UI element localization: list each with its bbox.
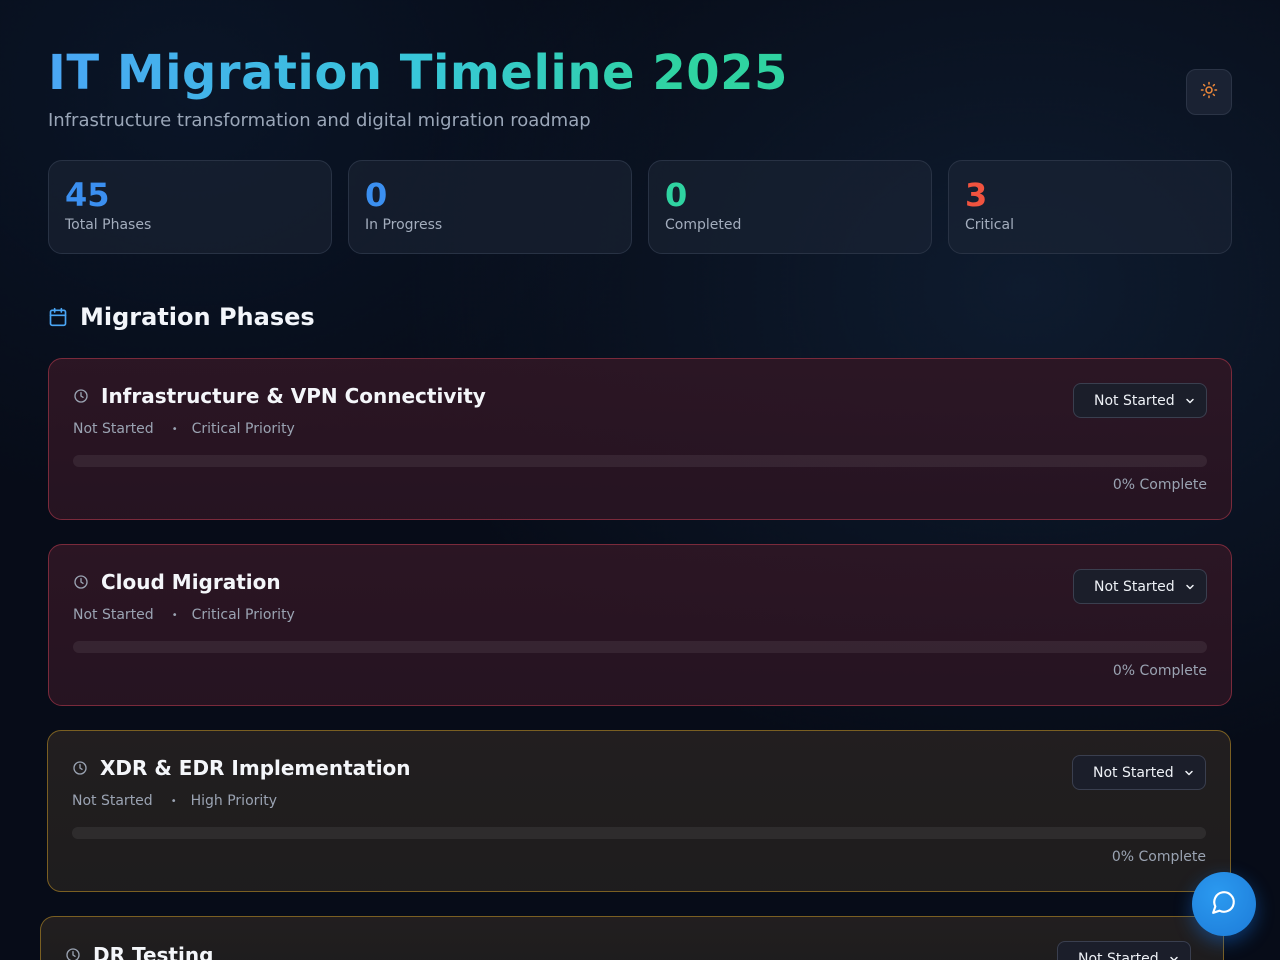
clock-icon: [73, 388, 89, 404]
phase-title: DR Testing: [93, 943, 214, 960]
phase-header: DR Testing: [65, 943, 213, 960]
stat-card-total-phases: 45 Total Phases: [48, 160, 332, 254]
phase-title: XDR & EDR Implementation: [100, 756, 411, 780]
calendar-icon: [48, 307, 68, 327]
status-select-value: Not Started: [1093, 764, 1174, 781]
section-header: Migration Phases: [48, 300, 315, 334]
sun-icon: [1200, 81, 1218, 103]
stat-value: 0: [665, 176, 688, 214]
phase-status: Not Started: [72, 793, 153, 809]
phase-title: Infrastructure & VPN Connectivity: [101, 384, 486, 408]
clock-icon: [72, 760, 88, 776]
chevron-down-icon: [1168, 953, 1180, 960]
status-select-value: Not Started: [1094, 392, 1175, 409]
progress-bar: [73, 455, 1207, 467]
chevron-down-icon: [1184, 395, 1196, 407]
stat-card-completed: 0 Completed: [648, 160, 932, 254]
phase-meta: Not Started • Critical Priority: [73, 421, 295, 437]
chat-icon: [1211, 889, 1237, 919]
phase-status: Not Started: [73, 607, 154, 623]
phase-card: DR Testing Not Started: [40, 916, 1224, 960]
stat-label: Completed: [665, 217, 742, 233]
phase-card: XDR & EDR Implementation Not Started • H…: [47, 730, 1231, 892]
clock-icon: [73, 574, 89, 590]
page: IT Migration Timeline 2025 Infrastructur…: [40, 0, 1232, 960]
status-select[interactable]: Not Started: [1057, 941, 1191, 960]
stat-label: Critical: [965, 217, 1014, 233]
phase-meta: Not Started • High Priority: [72, 793, 277, 809]
chat-button[interactable]: [1192, 872, 1256, 936]
status-select-value: Not Started: [1078, 950, 1159, 960]
status-select[interactable]: Not Started: [1072, 755, 1206, 790]
phase-priority: Critical Priority: [191, 421, 295, 437]
section-title: Migration Phases: [80, 303, 315, 331]
progress-label: 0% Complete: [1112, 477, 1207, 493]
phase-header: Cloud Migration: [73, 570, 281, 594]
status-select[interactable]: Not Started: [1073, 569, 1207, 604]
theme-toggle-button[interactable]: [1186, 69, 1232, 115]
phase-status: Not Started: [73, 421, 154, 437]
phase-card: Cloud Migration Not Started • Critical P…: [48, 544, 1232, 706]
stat-card-in-progress: 0 In Progress: [348, 160, 632, 254]
dot-separator: •: [171, 609, 178, 621]
chevron-down-icon: [1184, 581, 1196, 593]
chevron-down-icon: [1183, 767, 1195, 779]
progress-label: 0% Complete: [1111, 849, 1206, 865]
page-subtitle: Infrastructure transformation and digita…: [48, 110, 591, 131]
phase-header: XDR & EDR Implementation: [72, 756, 411, 780]
status-select-value: Not Started: [1094, 578, 1175, 595]
dot-separator: •: [170, 795, 177, 807]
phase-priority: Critical Priority: [191, 607, 295, 623]
progress-bar: [73, 641, 1207, 653]
phase-title: Cloud Migration: [101, 570, 281, 594]
phase-card: Infrastructure & VPN Connectivity Not St…: [48, 358, 1232, 520]
stat-card-critical: 3 Critical: [948, 160, 1232, 254]
page-title: IT Migration Timeline 2025: [48, 45, 788, 101]
dot-separator: •: [171, 423, 178, 435]
stat-value: 3: [965, 176, 988, 214]
progress-label: 0% Complete: [1112, 663, 1207, 679]
stat-value: 0: [365, 176, 388, 214]
status-select[interactable]: Not Started: [1073, 383, 1207, 418]
stat-value: 45: [65, 176, 110, 214]
stats-row: 45 Total Phases 0 In Progress 0 Complete…: [48, 160, 1232, 254]
phase-header: Infrastructure & VPN Connectivity: [73, 384, 486, 408]
stat-label: In Progress: [365, 217, 443, 233]
progress-bar: [72, 827, 1206, 839]
phase-priority: High Priority: [190, 793, 278, 809]
clock-icon: [65, 947, 81, 960]
phase-meta: Not Started • Critical Priority: [73, 607, 295, 623]
stat-label: Total Phases: [65, 217, 152, 233]
